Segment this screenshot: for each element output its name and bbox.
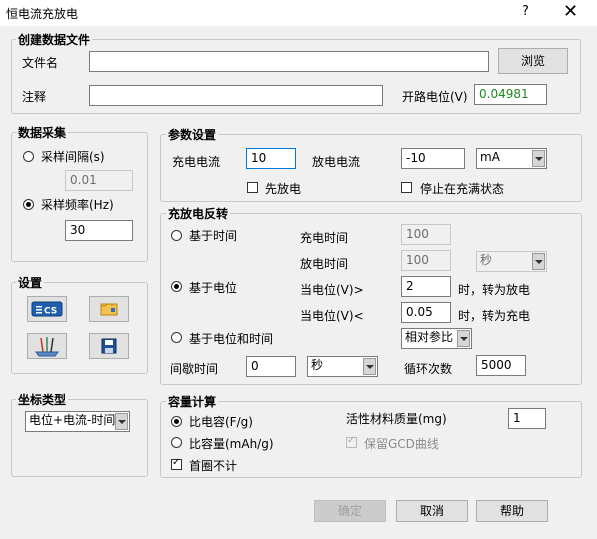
specific-capacity-radio[interactable] <box>171 437 182 448</box>
pot-lt-suffix: 时，转为充电 <box>458 309 531 323</box>
frequency-label: 采样频率(Hz) <box>41 198 114 212</box>
current-unit-selected: mA <box>480 150 500 164</box>
mass-input[interactable]: 1 <box>508 408 546 429</box>
cycles-label: 循环次数 <box>404 362 453 376</box>
axis-type-select[interactable]: 电位+电流-时间 <box>25 411 130 432</box>
electrode-icon[interactable] <box>27 333 67 359</box>
charge-current-label: 充电电流 <box>172 155 221 169</box>
filename-input[interactable] <box>89 51 489 72</box>
window-title: 恒电流充放电 <box>6 7 79 21</box>
chevron-down-icon <box>363 358 376 375</box>
close-icon[interactable]: ✕ <box>563 1 578 22</box>
pot-gt-suffix: 时，转为放电 <box>458 283 531 297</box>
filename-label: 文件名 <box>22 56 59 70</box>
reference-select[interactable]: 相对参比 <box>401 328 472 349</box>
pot-gt-label: 当电位(V)> <box>300 283 364 297</box>
interval-label: 采样间隔(s) <box>41 150 105 164</box>
pot-gt-input[interactable]: 2 <box>401 276 451 297</box>
note-input[interactable] <box>89 85 383 106</box>
rest-time-label: 间歇时间 <box>170 362 219 376</box>
discharge-current-input[interactable]: -10 <box>401 148 465 169</box>
stop-full-checkbox[interactable] <box>401 182 412 193</box>
chevron-down-icon <box>532 150 545 167</box>
title-bar <box>0 0 597 26</box>
interval-radio[interactable] <box>23 151 34 162</box>
create-file-group-title: 创建数据文件 <box>16 31 93 48</box>
by-potential-radio[interactable] <box>171 281 182 292</box>
cycles-input[interactable]: 5000 <box>476 355 526 376</box>
axis-type-group-title: 坐标类型 <box>16 391 69 408</box>
help-icon[interactable]: ? <box>522 4 529 19</box>
charge-time-input[interactable]: 100 <box>401 224 451 245</box>
pot-lt-label: 当电位(V)< <box>300 309 364 323</box>
cs-icon[interactable]: CS <box>27 296 67 322</box>
keep-gcd-checkbox[interactable] <box>346 435 357 448</box>
specific-capacitance-label: 比电容(F/g) <box>189 415 253 429</box>
discharge-time-input[interactable]: 100 <box>401 250 451 271</box>
browse-button[interactable]: 浏览 <box>498 48 568 74</box>
specific-capacitance-radio[interactable] <box>171 416 182 427</box>
time-unit-select[interactable]: 秒 <box>476 251 547 272</box>
params-group-title: 参数设置 <box>166 126 219 143</box>
note-label: 注释 <box>22 90 47 104</box>
help-button[interactable]: 帮助 <box>476 500 548 522</box>
by-potential-label: 基于电位 <box>189 281 238 295</box>
by-time-label: 基于时间 <box>189 229 238 243</box>
cs-text: CS <box>44 307 57 317</box>
discharge-time-label: 放电时间 <box>300 257 349 271</box>
chevron-down-icon <box>457 330 470 347</box>
ocp-value: 0.04981 <box>474 84 547 105</box>
axis-type-selected: 电位+电流-时间 <box>29 413 116 427</box>
skip-first-label: 首圈不计 <box>189 459 238 473</box>
rest-unit-selected: 秒 <box>311 358 324 372</box>
by-pot-time-radio[interactable] <box>171 332 182 343</box>
skip-first-checkbox[interactable] <box>171 457 182 470</box>
rest-unit-select[interactable]: 秒 <box>307 356 378 377</box>
stop-full-label: 停止在充满状态 <box>420 182 505 196</box>
ocp-label: 开路电位(V) <box>402 90 468 104</box>
folder-open-icon[interactable] <box>89 296 129 322</box>
first-discharge-label: 先放电 <box>265 182 302 196</box>
discharge-current-label: 放电电流 <box>312 155 361 169</box>
capacity-group-title: 容量计算 <box>166 393 219 410</box>
frequency-radio[interactable] <box>23 199 34 210</box>
reverse-group-title: 充放电反转 <box>166 205 231 222</box>
acquisition-group-title: 数据采集 <box>16 124 69 141</box>
by-pot-time-label: 基于电位和时间 <box>189 332 274 346</box>
specific-capacity-label: 比容量(mAh/g) <box>189 437 274 451</box>
cancel-button[interactable]: 取消 <box>396 500 468 522</box>
pot-lt-input[interactable]: 0.05 <box>401 302 451 323</box>
chevron-down-icon <box>115 413 128 430</box>
reference-selected: 相对参比 <box>405 330 454 344</box>
rest-time-input[interactable]: 0 <box>246 356 296 377</box>
settings-group-title: 设置 <box>16 274 45 291</box>
save-icon[interactable] <box>89 333 129 359</box>
by-time-radio[interactable] <box>171 230 182 241</box>
first-discharge-checkbox[interactable] <box>247 182 258 193</box>
current-unit-select[interactable]: mA <box>476 148 547 169</box>
keep-gcd-label: 保留GCD曲线 <box>364 437 439 451</box>
ok-button[interactable]: 确定 <box>314 500 386 522</box>
frequency-input[interactable]: 30 <box>65 220 133 241</box>
mass-label: 活性材料质量(mg) <box>346 412 447 426</box>
time-unit-selected: 秒 <box>480 253 493 267</box>
chevron-down-icon <box>532 253 545 270</box>
interval-input[interactable]: 0.01 <box>65 170 133 191</box>
charge-current-input[interactable]: 10 <box>246 148 296 169</box>
charge-time-label: 充电时间 <box>300 231 349 245</box>
